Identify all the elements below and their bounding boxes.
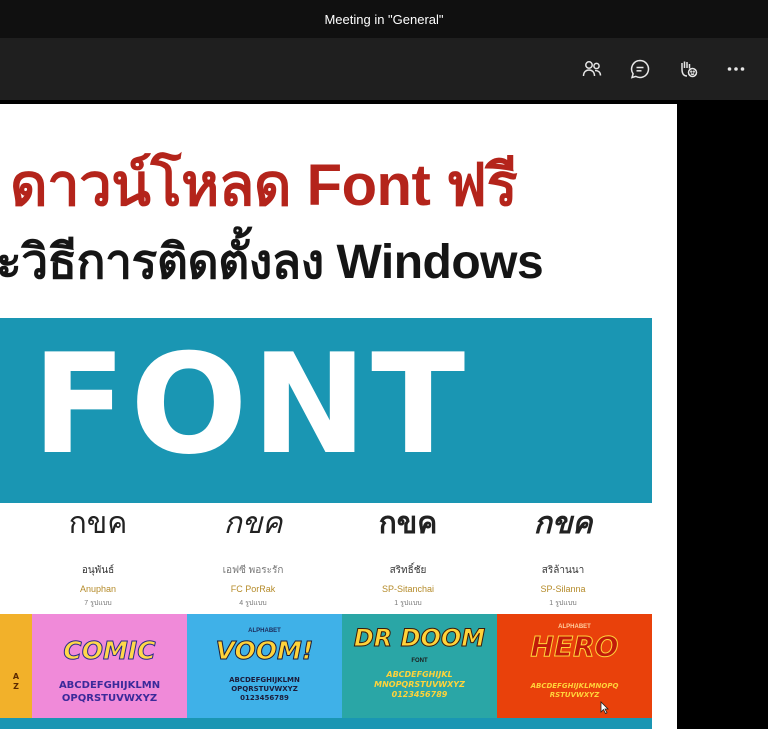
sample-style-count: 7 รูปแบบ [84, 600, 112, 607]
sample-thai-name: สริล้านนา [541, 565, 585, 576]
sample-thai-name: อนุพันธ์ [81, 565, 115, 576]
tile-alphabet: ABCDEFGHIJKLMNOPQ RSTUVWXYZ [530, 682, 619, 699]
more-icon [727, 67, 745, 71]
font-sample-sp-sitanchai: กขค สริทธิ์ชัย SP-Sitanchai 1 รูปแบบ [333, 507, 483, 609]
slide-heading-primary: ดาวน์โหลด Font ฟรี [10, 153, 518, 218]
sample-glyph: กขค [223, 506, 283, 541]
font-tile-dr-doom: DR DOOM FONT ABCDEFGHIJKL MNOPQRSTUVWXYZ… [342, 614, 497, 718]
font-tile-voom: ALPHABET VOOM! ABCDEFGHIJKLMN OPQRSTUVWX… [187, 614, 342, 718]
tile-alphabet: A Z [12, 672, 20, 691]
font-tile-partial: A Z [0, 614, 32, 718]
window-title-bar: Meeting in "General" [0, 0, 768, 38]
tile-subtitle: FONT [411, 658, 428, 664]
people-icon [582, 61, 602, 77]
tile-subtitle: ALPHABET [248, 628, 281, 634]
banner-word: FONT [32, 324, 470, 485]
more-button[interactable] [722, 55, 750, 83]
tile-title: HERO [530, 630, 619, 664]
tile-alphabet: ABCDEFGHIJKL MNOPQRSTUVWXYZ 0123456789 [374, 670, 465, 699]
slide-heading-secondary: ะวิธีการติดตั้งลง Windows [0, 236, 544, 289]
meeting-toolbar [0, 38, 768, 100]
chat-button[interactable] [626, 55, 654, 83]
tile-title: DR DOOM [353, 624, 486, 653]
font-tile-comic: COMIC ABCDEFGHIJKLMN OPQRSTUVWXYZ [32, 614, 187, 718]
font-sample-sp-silanna: กขค สริล้านนา SP-Silanna 1 รูปแบบ [488, 507, 638, 609]
sample-glyph: กขค [68, 507, 128, 540]
font-sample-anuphan: กขค อนุพันธ์ Anuphan 7 รูปแบบ [23, 507, 173, 609]
participants-button[interactable] [578, 55, 606, 83]
font-tile-hero: ALPHABET HERO ABCDEFGHIJKLMNOPQ RSTUVWXY… [497, 614, 652, 718]
tile-title: COMIC [63, 636, 156, 666]
sample-english-name: SP-Silanna [540, 584, 586, 594]
tile-alphabet: ABCDEFGHIJKLMN OPQRSTUVWXYZ [58, 680, 161, 704]
sample-style-count: 4 รูปแบบ [239, 600, 267, 607]
mouse-cursor-icon [600, 701, 609, 714]
sample-english-name: SP-Sitanchai [381, 584, 435, 594]
bottom-strip [0, 718, 652, 729]
raise-hand-icon [681, 61, 698, 78]
sample-english-name: FC PorRak [230, 584, 276, 594]
sample-glyph: กขค [378, 506, 438, 541]
font-sample-fc-porrak: กขค เอฟซี พอระรัก FC PorRak 4 รูปแบบ [178, 507, 328, 609]
sample-english-name: Anuphan [79, 584, 117, 594]
sample-thai-name: เอฟซี พอระรัก [222, 565, 284, 576]
sample-thai-name: สริทธิ์ชัย [389, 565, 427, 576]
tile-title: VOOM! [215, 636, 314, 666]
window-title: Meeting in "General" [324, 11, 444, 27]
tile-alphabet: ABCDEFGHIJKLMN OPQRSTUVWXYZ 0123456789 [229, 676, 300, 702]
shared-slide: ดาวน์โหลด Font ฟรี ะวิธีการติดตั้งลง Win… [0, 104, 677, 729]
sample-glyph: กขค [533, 506, 593, 541]
font-banner: FONT [0, 318, 652, 503]
shared-content-stage: ดาวน์โหลด Font ฟรี ะวิธีการติดตั้งลง Win… [0, 100, 768, 729]
chat-icon [630, 59, 650, 79]
sample-style-count: 1 รูปแบบ [394, 600, 422, 607]
reactions-button[interactable] [674, 55, 702, 83]
sample-style-count: 1 รูปแบบ [549, 600, 577, 607]
